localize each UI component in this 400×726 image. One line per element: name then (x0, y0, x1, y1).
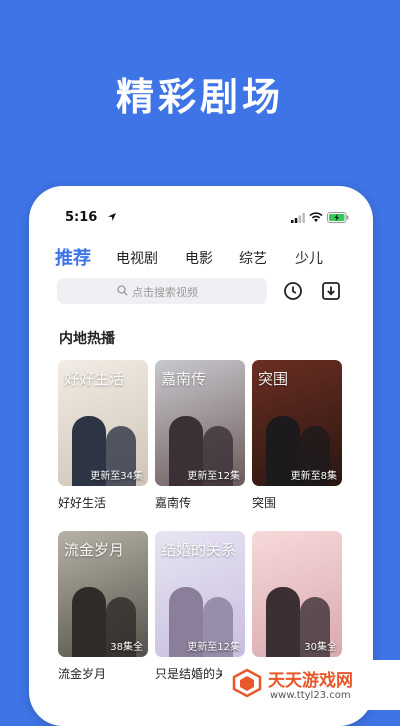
drama-poster: 突围更新至8集 (252, 360, 342, 486)
watermark-logo-icon (232, 668, 262, 698)
episode-badge: 更新至12集 (187, 642, 240, 653)
search-placeholder: 点击搜索视频 (132, 286, 198, 299)
episode-badge: 更新至34集 (90, 471, 143, 482)
download-icon[interactable] (321, 281, 341, 301)
poster-title-art: 好好生活 (64, 370, 125, 388)
poster-title-art: 结婚的关系 (161, 541, 237, 559)
tab-kids[interactable]: 少儿 (295, 248, 323, 268)
drama-poster: 结婚的关系更新至12集 (155, 531, 245, 657)
drama-poster: 流金岁月 38集全 (58, 531, 148, 657)
tab-recommended[interactable]: 推荐 (55, 244, 91, 270)
drama-poster: 好好生活更新至34集 (58, 360, 148, 486)
drama-card[interactable]: 流金岁月 38集全 流金岁月 (58, 531, 148, 682)
hero-title: 精彩剧场 (115, 75, 284, 119)
status-bar: 5:16 (29, 210, 373, 228)
drama-poster: 嘉南传更新至12集 (155, 360, 245, 486)
category-tabs: 推荐 电视剧 电影 综艺 少儿 (55, 244, 373, 272)
watermark: 天天游戏网 www.ttyl23.com (222, 660, 400, 710)
drama-card[interactable]: 30集全 (252, 531, 342, 665)
tab-movies[interactable]: 电影 (185, 248, 213, 268)
battery-charging-icon (327, 212, 349, 223)
episode-badge: 38集全 (110, 642, 143, 653)
search-input[interactable]: 点击搜索视频 (57, 278, 267, 304)
wifi-icon (309, 212, 323, 222)
search-icon (117, 285, 128, 296)
phone-frame: 5:16 推荐 电视剧 电影 综艺 少儿 点击搜索视频 内地热播 好好生活 更新… (29, 186, 373, 726)
location-arrow-icon (108, 213, 116, 221)
episode-badge: 更新至8集 (290, 471, 337, 482)
drama-card[interactable]: 突围 更新至8集 突围 (252, 360, 342, 511)
history-clock-icon[interactable] (283, 281, 303, 301)
tab-tv-series[interactable]: 电视剧 (116, 248, 158, 268)
poster-title-art: 突围 (258, 370, 289, 388)
drama-card[interactable]: 嘉南传 更新至12集 嘉南传 (155, 360, 245, 511)
poster-figure (72, 587, 106, 657)
episode-badge: 更新至12集 (187, 471, 240, 482)
section-title: 内地热播 (59, 331, 115, 347)
drama-title: 嘉南传 (155, 496, 192, 510)
signal-icon (291, 213, 305, 223)
watermark-url: www.ttyl23.com (270, 690, 351, 701)
poster-title-art: 嘉南传 (161, 370, 207, 388)
status-time: 5:16 (65, 210, 98, 225)
drama-title: 流金岁月 (58, 667, 107, 681)
watermark-name: 天天游戏网 (268, 671, 353, 691)
episode-badge: 30集全 (304, 642, 337, 653)
drama-title: 好好生活 (58, 496, 107, 510)
poster-figure (266, 587, 300, 657)
tab-variety[interactable]: 综艺 (239, 248, 267, 268)
drama-poster: 30集全 (252, 531, 342, 657)
drama-card[interactable]: 好好生活 更新至34集 好好生活 (58, 360, 148, 511)
poster-title-art: 流金岁月 (64, 541, 125, 559)
drama-title: 突围 (252, 496, 277, 510)
